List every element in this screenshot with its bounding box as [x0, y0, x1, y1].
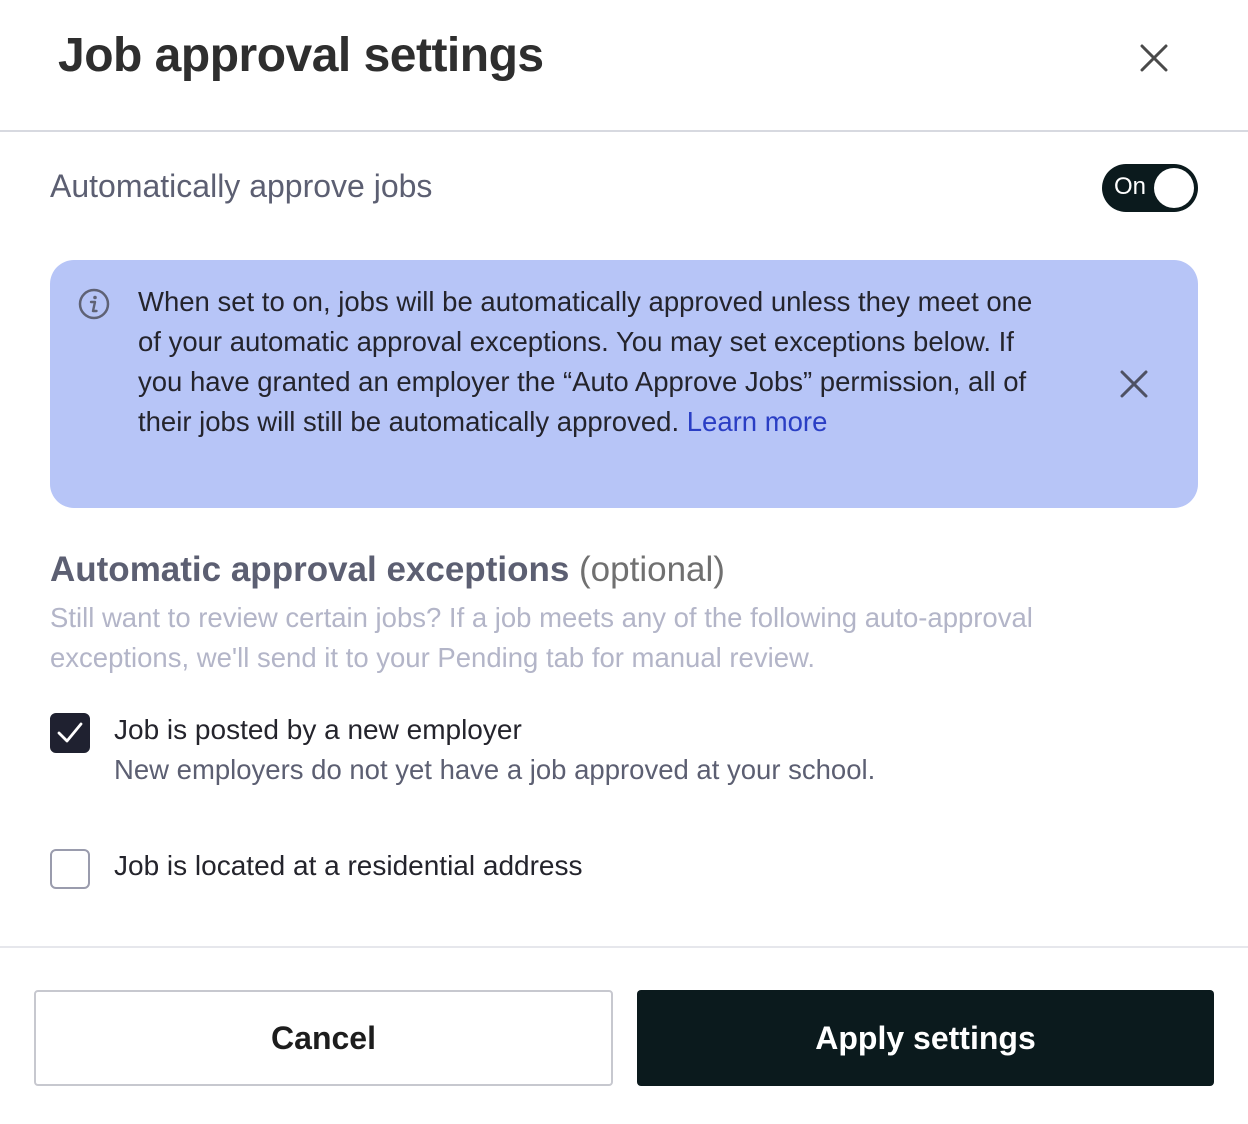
close-icon: [1140, 44, 1168, 72]
dialog-header: Job approval settings: [0, 0, 1248, 132]
cancel-button[interactable]: Cancel: [34, 990, 613, 1086]
optional-label: (optional): [579, 550, 725, 589]
new-employer-label[interactable]: Job is posted by a new employer: [114, 714, 522, 746]
footer-divider: [0, 946, 1248, 948]
info-banner: When set to on, jobs will be automatical…: [50, 260, 1198, 508]
exceptions-title: Automatic approval exceptions: [50, 550, 570, 589]
close-dialog-button[interactable]: [1134, 38, 1174, 78]
exceptions-description: Still want to review certain jobs? If a …: [50, 602, 1033, 673]
auto-approve-toggle[interactable]: On: [1102, 164, 1198, 212]
apply-settings-button[interactable]: Apply settings: [637, 990, 1214, 1086]
residential-address-checkbox[interactable]: [50, 849, 90, 889]
new-employer-checkbox[interactable]: [50, 713, 90, 753]
learn-more-link[interactable]: Learn more: [687, 406, 828, 437]
info-banner-message: When set to on, jobs will be automatical…: [138, 286, 1033, 437]
dismiss-banner-button[interactable]: [1116, 366, 1152, 402]
toggle-state-text: On: [1114, 173, 1147, 200]
exceptions-heading: Automatic approval exceptions (optional): [50, 550, 725, 590]
auto-approve-label: Automatically approve jobs: [50, 168, 433, 204]
info-icon: [78, 288, 110, 320]
new-employer-description: New employers do not yet have a job appr…: [114, 754, 876, 785]
residential-address-label[interactable]: Job is located at a residential address: [114, 850, 583, 882]
info-banner-text: When set to on, jobs will be automatical…: [138, 282, 1038, 442]
checkmark-icon: [57, 722, 83, 743]
toggle-knob: [1154, 168, 1194, 208]
dialog-title: Job approval settings: [58, 29, 544, 82]
close-icon: [1120, 370, 1148, 398]
